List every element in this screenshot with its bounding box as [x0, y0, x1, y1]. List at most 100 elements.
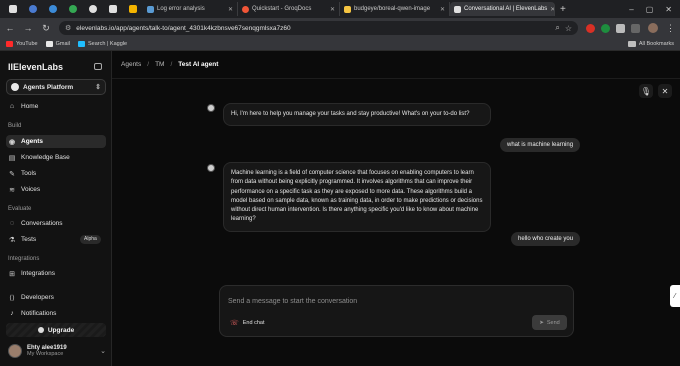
tab-groq[interactable]: Quickstart - GroqDocs ✕ [238, 2, 340, 16]
menu-kebab-icon[interactable]: ⋮ [666, 23, 675, 34]
close-chat-button[interactable]: ✕ [658, 84, 672, 98]
upgrade-button[interactable]: Upgrade [6, 323, 106, 337]
divider [112, 78, 680, 79]
tab-mini-2[interactable] [23, 2, 43, 16]
sidebar-item-agents[interactable]: ◉ Agents [6, 135, 106, 148]
back-icon[interactable]: ← [5, 23, 15, 33]
tab-mini-7[interactable] [123, 2, 143, 16]
bookmark-star-icon[interactable]: ☆ [565, 24, 572, 33]
tab-mini-6[interactable] [103, 2, 123, 16]
alpha-badge: Alpha [80, 235, 101, 244]
tab-favicon [454, 5, 461, 13]
user-menu[interactable]: Ehty alee1919 My Workspace ⌄ [8, 342, 106, 360]
microphone-icon: 🎙 [640, 86, 652, 96]
forward-icon[interactable]: → [23, 23, 33, 33]
chevron-down-icon: ⌄ [100, 348, 106, 355]
microphone-button[interactable]: 🎙 [639, 84, 653, 98]
tab-budgeye[interactable]: budgeye/boreal-qwen-image ✕ [340, 2, 450, 16]
tab-favicon [147, 5, 154, 13]
phone-hangup-icon: ☏ [230, 320, 239, 327]
extension-green-icon[interactable] [601, 23, 610, 33]
sidebar-item-voices[interactable]: ≋ Voices [6, 183, 106, 196]
tab-elevenlabs-active[interactable]: Conversational AI | ElevenLabs ✕ [450, 2, 555, 16]
home-icon: ⌂ [9, 103, 15, 110]
bookmark-gmail[interactable]: Gmail [45, 41, 70, 47]
sidepanel-icon[interactable] [631, 23, 640, 33]
breadcrumb-separator: / [147, 61, 150, 68]
tab-log-error[interactable]: Log error analysis ✕ [143, 2, 238, 16]
extensions-area [586, 23, 640, 33]
platform-icon [11, 83, 19, 91]
chat-icon: ◌ [9, 220, 15, 227]
tab-mini-4[interactable] [63, 2, 83, 16]
reload-icon[interactable]: ↻ [41, 23, 51, 34]
user-message: what is machine learning [500, 138, 581, 152]
sidebar-item-integrations[interactable]: ⊞ Integrations [6, 267, 106, 280]
code-icon: ⟨⟩ [9, 294, 15, 302]
breadcrumb-separator: / [170, 61, 173, 68]
platform-switcher[interactable]: Agents Platform ⇕ [6, 79, 106, 95]
tab-mini-3[interactable] [43, 2, 63, 16]
url-text: elevenlabs.io/app/agents/talk-to/agent_4… [76, 24, 291, 32]
side-widget-tab[interactable]: ⁄ [670, 285, 680, 307]
tab-mini-5[interactable] [83, 2, 103, 16]
upgrade-icon [37, 327, 44, 333]
maximize-icon[interactable]: ▢ [646, 5, 654, 14]
collapse-sidebar-icon[interactable] [94, 63, 102, 70]
chevron-updown-icon: ⇕ [95, 84, 101, 91]
waveform-icon: ≋ [9, 186, 15, 194]
extensions-puzzle-icon[interactable] [616, 23, 625, 33]
sidebar-item-tools[interactable]: ✎ Tools [6, 167, 106, 180]
user-message: hello who create you [511, 232, 581, 246]
kaggle-icon [78, 41, 85, 47]
workspace-name: My Workspace [27, 351, 64, 357]
tab-mini-1[interactable] [3, 2, 23, 16]
chart-icon: ⁄ [674, 292, 676, 300]
plug-icon: ⊞ [9, 270, 15, 278]
send-button[interactable]: ➤ Send [532, 315, 567, 330]
extension-red-icon[interactable] [586, 23, 595, 33]
message-composer: Send a message to start the conversation… [219, 285, 574, 337]
agent-message: Machine learning is a field of computer … [223, 162, 491, 232]
new-tab-button[interactable]: + [555, 4, 571, 15]
close-window-icon[interactable]: ✕ [665, 5, 672, 14]
bookmark-youtube[interactable]: YouTube [6, 41, 38, 47]
end-chat-button[interactable]: ☏ End chat [230, 319, 264, 327]
bookmark-kaggle[interactable]: Search | Kaggle [78, 41, 127, 47]
sidebar-item-notifications[interactable]: ♪ Notifications [6, 307, 106, 320]
address-bar[interactable]: ⚙ elevenlabs.io/app/agents/talk-to/agent… [59, 21, 578, 35]
gmail-icon [45, 41, 53, 47]
brand-logo[interactable]: IIElevenLabs [8, 62, 63, 72]
all-bookmarks[interactable]: All Bookmarks [627, 41, 674, 47]
wrench-icon: ✎ [9, 170, 15, 178]
screen: Log error analysis ✕ Quickstart - GroqDoc… [0, 0, 680, 366]
user-info: Ehty alee1919 My Workspace [27, 345, 67, 357]
breadcrumb-tm[interactable]: TM [155, 61, 164, 68]
minimize-icon[interactable]: – [629, 5, 633, 14]
close-icon[interactable]: ✕ [330, 6, 335, 13]
close-icon[interactable]: ✕ [440, 6, 445, 13]
sidebar-item-conversations[interactable]: ◌ Conversations [6, 217, 106, 230]
section-label-evaluate: Evaluate [8, 206, 32, 212]
tab-favicon [344, 5, 351, 13]
browser-tab-strip: Log error analysis ✕ Quickstart - GroqDoc… [0, 0, 680, 18]
main-panel: Agents / TM / Test AI agent 🎙 ✕ Hi, I'm … [112, 51, 680, 366]
close-icon: ✕ [661, 86, 669, 96]
site-info-icon[interactable]: ⚙ [65, 24, 71, 32]
browser-toolbar: ← → ↻ ⚙ elevenlabs.io/app/agents/talk-to… [0, 18, 680, 38]
bell-icon: ♪ [10, 310, 14, 317]
tab-favicon [242, 5, 249, 13]
message-input[interactable]: Send a message to start the conversation [228, 298, 357, 305]
book-icon: ▤ [8, 154, 16, 162]
section-label-integrations: Integrations [8, 256, 40, 262]
agents-icon: ◉ [8, 138, 16, 146]
sidebar-item-knowledge-base[interactable]: ▤ Knowledge Base [6, 151, 106, 164]
close-icon[interactable]: ✕ [228, 6, 233, 13]
avatar [8, 344, 22, 358]
bookmarks-bar: YouTube Gmail Search | Kaggle All Bookma… [0, 38, 680, 51]
sidebar-item-developers[interactable]: ⟨⟩ Developers [6, 291, 106, 304]
sidebar-item-home[interactable]: ⌂ Home [6, 100, 106, 113]
zoom-icon[interactable]: ⌕ [555, 23, 559, 33]
breadcrumb-agents[interactable]: Agents [121, 61, 141, 68]
profile-avatar[interactable] [648, 23, 658, 33]
